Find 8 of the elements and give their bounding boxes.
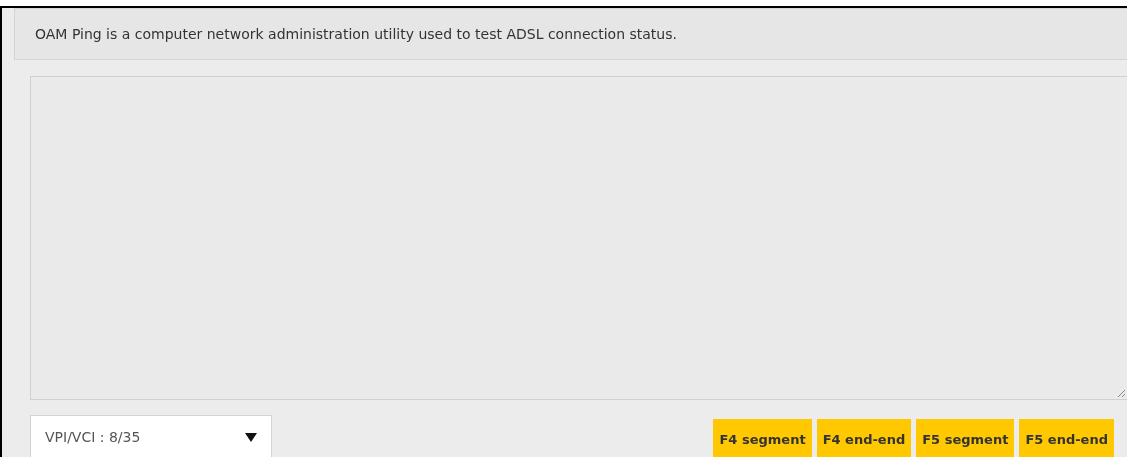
info-text: OAM Ping is a computer network administration utility used to test ADSL connection status. [14,8,1127,60]
ping-button[interactable]: F5 end-end [1019,419,1114,457]
vpi-vci-select[interactable]: VPI/VCI : 8/35 [30,415,272,457]
resize-grip-icon[interactable] [1117,389,1125,397]
ping-button[interactable]: F5 segment [916,419,1015,457]
ping-button[interactable]: F4 segment [713,419,812,457]
caret-icon [245,432,257,442]
ping-button[interactable]: F4 end-end [816,419,912,457]
